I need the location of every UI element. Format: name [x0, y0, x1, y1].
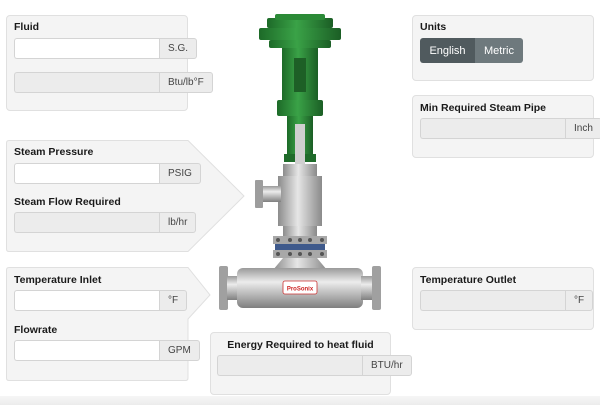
steam-inlet-flange: [255, 180, 263, 208]
temperature-outlet-group: °F: [420, 290, 594, 311]
units-metric-button[interactable]: Metric: [475, 38, 523, 63]
temperature-outlet-unit: °F: [565, 290, 594, 311]
fluid-sg-unit: S.G.: [159, 38, 198, 59]
steam-flow-group: lb/hr: [14, 212, 197, 233]
inlet-flange: [219, 266, 228, 310]
flowrate-input[interactable]: [14, 340, 159, 361]
steam-pressure-input[interactable]: [14, 163, 159, 184]
outlet-pipe-stub: [361, 276, 373, 300]
flowrate-label: Flowrate: [14, 324, 58, 336]
actuator-diaphragm-flange: [259, 28, 341, 40]
temperature-outlet-label: Temperature Outlet: [420, 274, 517, 286]
bolt: [288, 252, 292, 256]
actuator-yoke-base: [277, 100, 323, 116]
valve-body-group: [255, 164, 327, 258]
fluid-sg-input[interactable]: [14, 38, 159, 59]
fluid-specific-heat-output: [14, 72, 159, 93]
temperature-inlet-unit: °F: [159, 290, 188, 311]
bolt: [276, 252, 280, 256]
actuator-top-lip: [275, 14, 325, 20]
outlet-flange: [372, 266, 381, 310]
steam-heater-illustration: ProSonix: [219, 14, 381, 310]
bolt: [298, 238, 302, 242]
valve-upper-body: [278, 176, 322, 226]
actuator-yoke-window: [294, 58, 306, 92]
actuator-lower-housing: [269, 40, 331, 48]
min-steam-pipe-output: [420, 118, 565, 139]
bolt: [320, 238, 324, 242]
bolt: [320, 252, 324, 256]
valve-bonnet: [283, 164, 317, 176]
fluid-sg-group: S.G.: [14, 38, 198, 59]
page-bottom-edge: [0, 396, 600, 405]
energy-unit: BTU/hr: [362, 355, 412, 376]
units-english-button[interactable]: English: [420, 38, 475, 63]
energy-output: [217, 355, 362, 376]
steam-pressure-group: PSIG: [14, 163, 201, 184]
temperature-inlet-input[interactable]: [14, 290, 159, 311]
valve-neck: [283, 226, 317, 236]
bolt: [308, 252, 312, 256]
steam-flow-output: [14, 212, 159, 233]
bolt: [288, 238, 292, 242]
steam-pressure-label: Steam Pressure: [14, 146, 94, 158]
logo-text: ProSonix: [287, 287, 314, 293]
prosonix-logo: ProSonix: [282, 280, 318, 295]
min-steam-pipe-unit: Inch: [565, 118, 600, 139]
min-steam-pipe-label: Min Required Steam Pipe: [420, 102, 547, 114]
energy-group: BTU/hr: [217, 355, 412, 376]
steam-pressure-unit: PSIG: [159, 163, 201, 184]
bolt: [298, 252, 302, 256]
steam-flow-unit: lb/hr: [159, 212, 197, 233]
temperature-outlet-output: [420, 290, 565, 311]
min-steam-pipe-group: Inch: [420, 118, 600, 139]
valve-flange-band: [275, 244, 325, 250]
fluid-specific-heat-unit: Btu/lb°F: [159, 72, 213, 93]
flowrate-group: GPM: [14, 340, 200, 361]
units-label: Units: [420, 21, 447, 33]
fluid-label: Fluid: [14, 21, 40, 33]
temperature-inlet-group: °F: [14, 290, 188, 311]
steam-flow-label: Steam Flow Required: [14, 196, 121, 208]
bolt: [276, 238, 280, 242]
bolt: [308, 238, 312, 242]
fluid-specific-heat-group: Btu/lb°F: [14, 72, 213, 93]
units-toggle: English Metric: [420, 38, 523, 63]
energy-label: Energy Required to heat fluid: [227, 339, 374, 351]
flowrate-unit: GPM: [159, 340, 200, 361]
temperature-inlet-label: Temperature Inlet: [14, 274, 102, 286]
